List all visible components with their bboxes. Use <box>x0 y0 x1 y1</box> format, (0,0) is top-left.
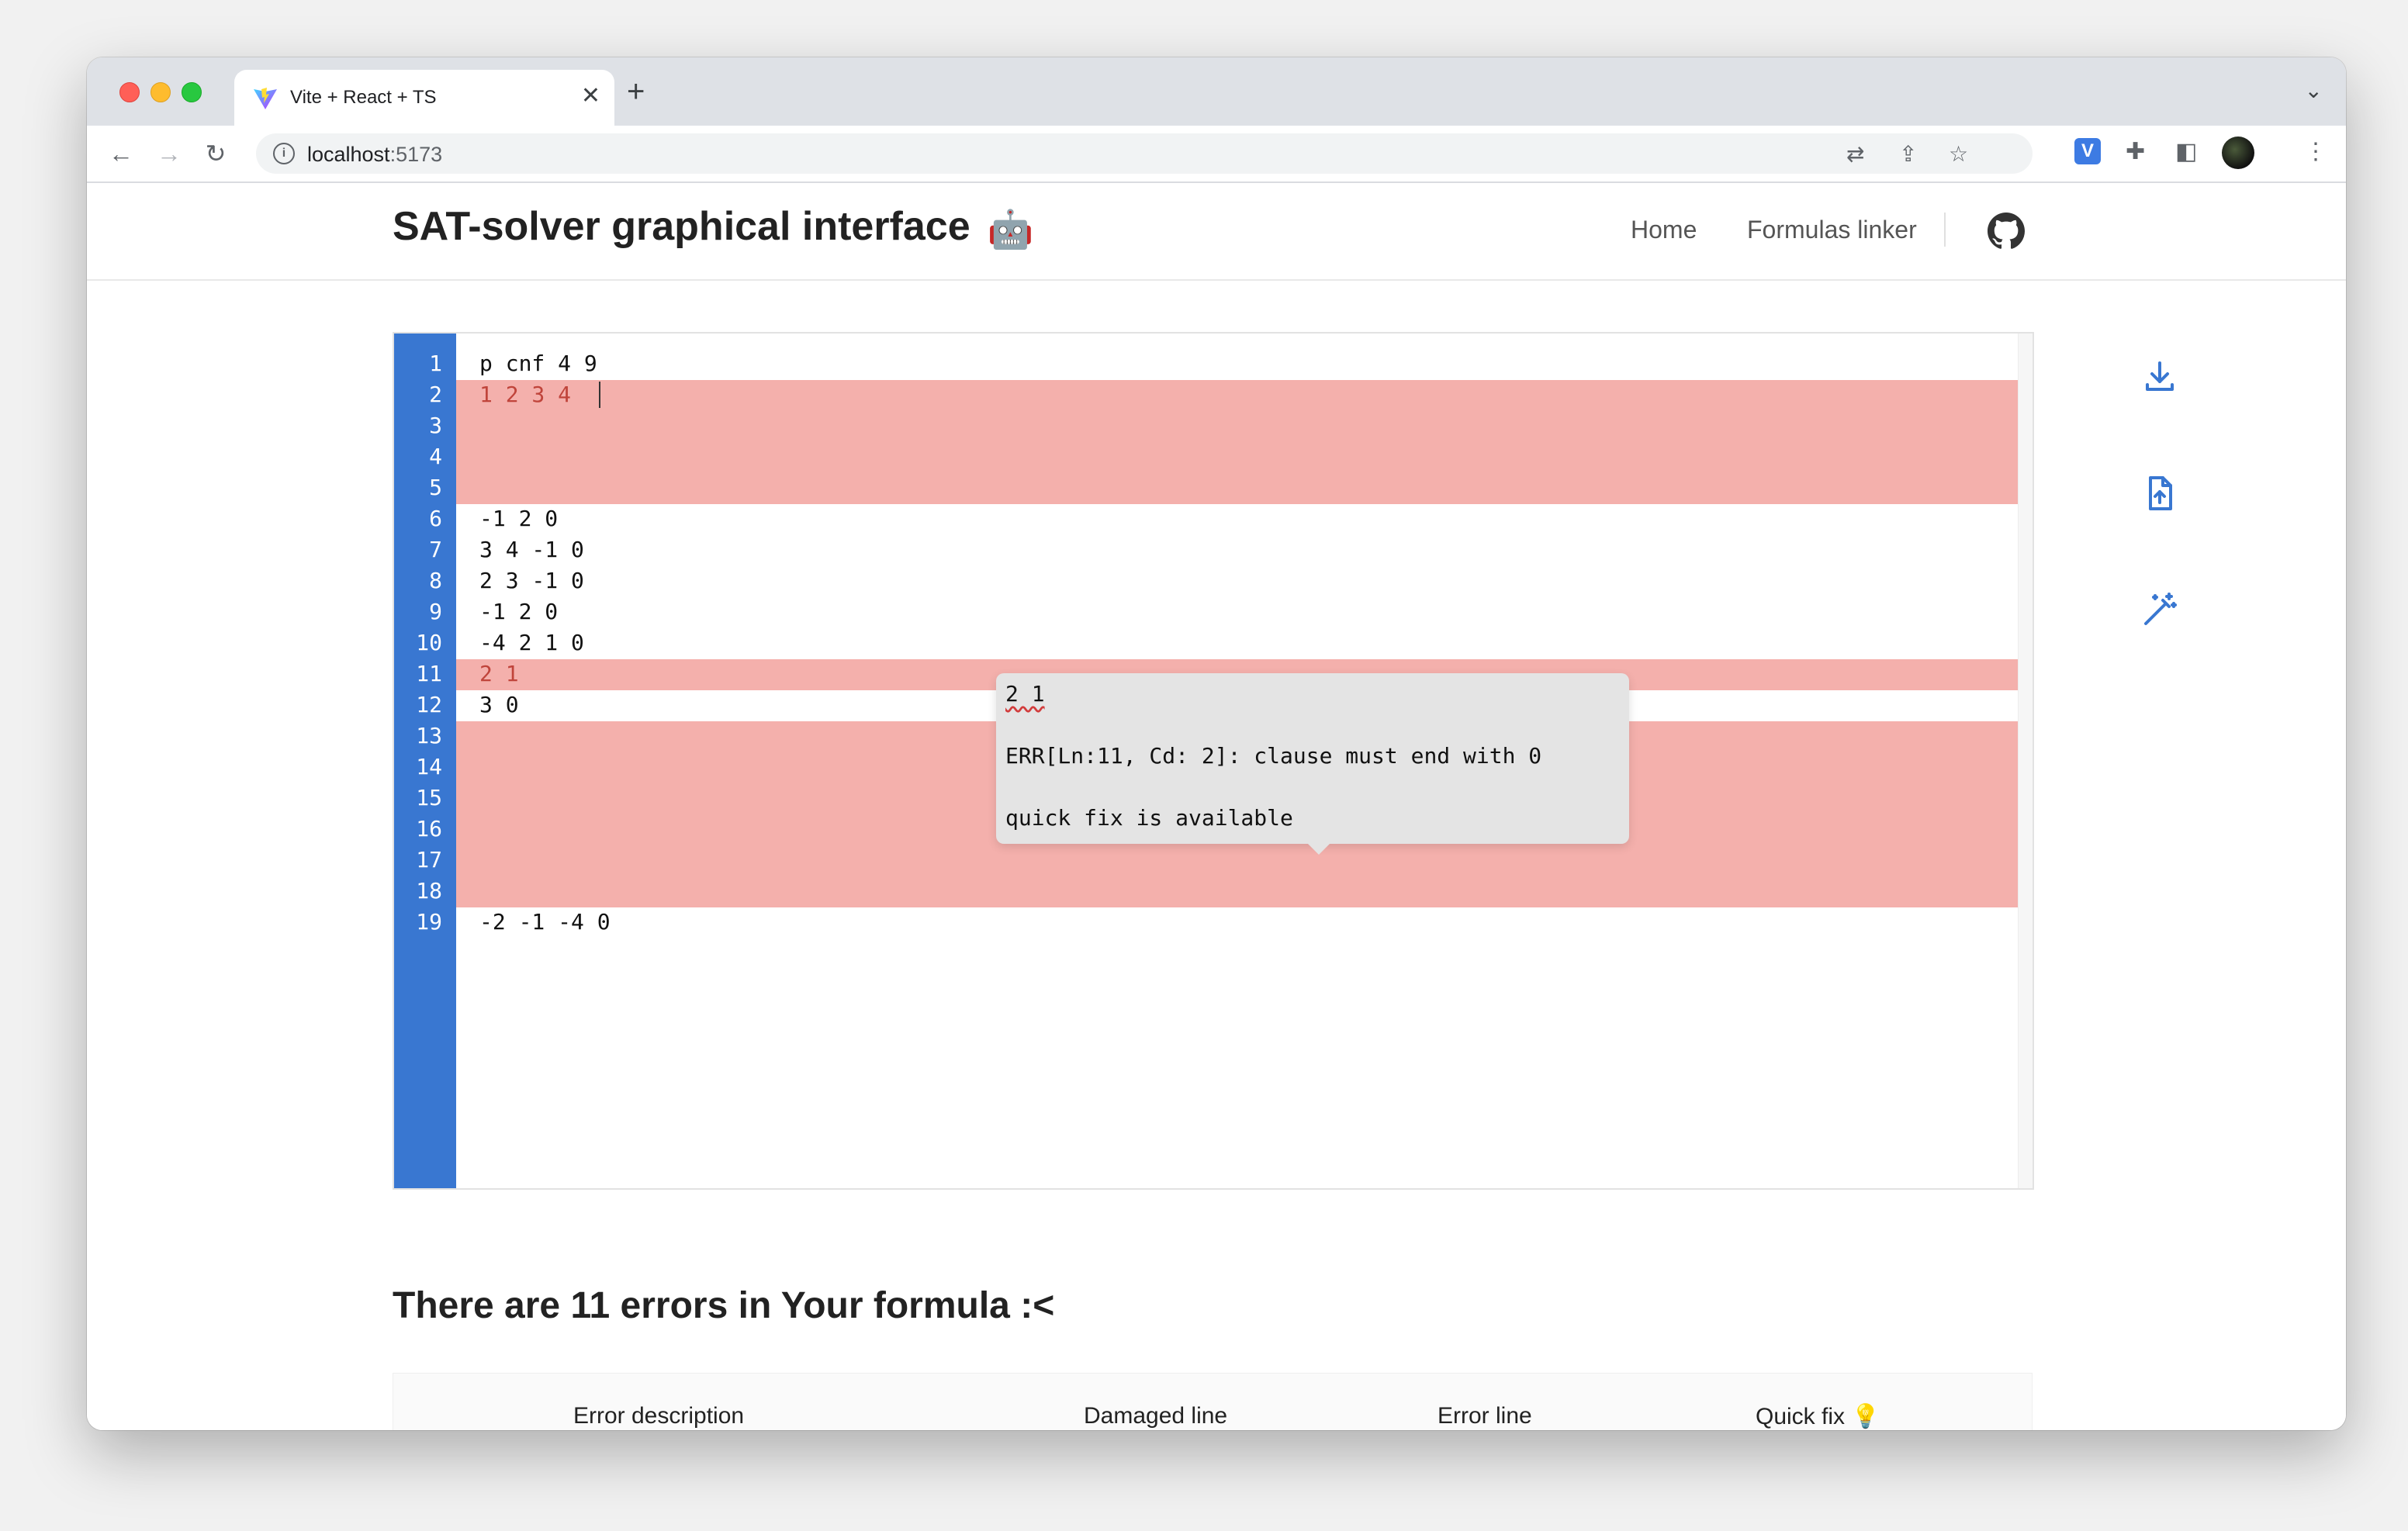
code-line: -1 2 0 <box>479 599 559 624</box>
nav-formulas-linker-link[interactable]: Formulas linker <box>1747 216 1917 244</box>
column-header-quick-fix: Quick fix 💡 <box>1756 1404 1880 1429</box>
error-highlight <box>456 380 2020 504</box>
vite-logo-icon <box>254 88 277 109</box>
browser-window: Vite + React + TS ✕ + ⌄ ← → ↻ i localhos… <box>87 57 2346 1430</box>
line-number: 1 <box>429 351 442 376</box>
line-number: 12 <box>416 692 442 717</box>
back-icon[interactable]: ← <box>106 137 137 171</box>
tooltip-title: 2 1 <box>1005 681 1045 707</box>
code-line: 1 2 3 4 <box>479 382 572 407</box>
line-number: 3 <box>429 413 442 438</box>
column-header-damaged-line: Damaged line <box>1084 1403 1228 1429</box>
code-line: 3 4 -1 0 <box>479 537 584 562</box>
code-line: -4 2 1 0 <box>479 630 584 655</box>
line-number: 9 <box>429 599 442 624</box>
address-bar[interactable]: i localhost:5173 ⇄ ⇪ ☆ <box>256 133 2033 174</box>
maximize-window-button[interactable] <box>182 82 202 102</box>
share-icon[interactable]: ⇪ <box>1899 141 1917 167</box>
download-icon[interactable] <box>2141 358 2178 396</box>
site-info-icon[interactable]: i <box>273 143 295 164</box>
column-header-error-description: Error description <box>573 1403 745 1429</box>
tab-title: Vite + React + TS <box>290 87 437 108</box>
nav-divider <box>1944 213 1946 247</box>
line-number-gutter: 1 2 3 4 5 6 7 8 9 10 11 12 13 14 15 16 1… <box>394 334 456 1188</box>
browser-menu-icon[interactable]: ⋮ <box>2304 138 2327 165</box>
line-number: 19 <box>416 909 442 935</box>
error-tooltip: 2 1 ERR[Ln:11, Cd: 2]: clause must end w… <box>996 673 1629 855</box>
browser-tab[interactable]: Vite + React + TS ✕ <box>234 70 614 126</box>
close-window-button[interactable] <box>119 82 140 102</box>
line-number: 5 <box>429 475 442 500</box>
tooltip-quick-fix-hint[interactable]: quick fix is available <box>1005 805 1293 831</box>
minimize-window-button[interactable] <box>150 82 171 102</box>
code-line: p cnf 4 9 <box>479 351 597 376</box>
line-number: 8 <box>429 568 442 593</box>
errors-heading: There are 11 errors in Your formula :< <box>393 1285 1055 1326</box>
code-line: 2 3 -1 0 <box>479 568 584 593</box>
reload-icon[interactable]: ↻ <box>200 137 231 171</box>
editor-scrollbar[interactable] <box>2018 334 2033 1188</box>
robot-emoji: 🤖 <box>987 209 1034 251</box>
side-panel-icon[interactable]: ◧ <box>2175 138 2197 165</box>
browser-toolbar: ← → ↻ i localhost:5173 ⇄ ⇪ ☆ V ✚ ◧ ⋮ <box>87 126 2346 183</box>
line-number: 7 <box>429 537 442 562</box>
line-number: 2 <box>429 382 442 407</box>
line-number: 4 <box>429 444 442 469</box>
errors-table-header: Error description Damaged line Error lin… <box>393 1373 2033 1430</box>
code-line: 3 0 <box>479 692 519 717</box>
extensions-puzzle-icon[interactable]: ✚ <box>2126 138 2145 165</box>
line-number: 14 <box>416 754 442 779</box>
line-number: 18 <box>416 878 442 904</box>
line-number: 10 <box>416 630 442 655</box>
page-title: SAT-solver graphical interface 🤖 <box>393 204 1034 251</box>
code-line: 2 1 <box>479 661 519 686</box>
github-icon[interactable] <box>1988 213 2025 250</box>
tab-search-chevron-icon[interactable]: ⌄ <box>2305 78 2323 103</box>
line-number: 6 <box>429 506 442 531</box>
line-number: 15 <box>416 785 442 810</box>
magic-wand-icon[interactable] <box>2141 591 2178 628</box>
profile-avatar[interactable] <box>2222 137 2254 169</box>
translate-icon[interactable]: ⇄ <box>1846 141 1864 167</box>
code-line: -1 2 0 <box>479 506 559 531</box>
page-content: SAT-solver graphical interface 🤖 Home For… <box>87 183 2346 1430</box>
tab-strip: Vite + React + TS ✕ + ⌄ <box>87 57 2346 126</box>
extension-v-icon[interactable]: V <box>2074 138 2101 164</box>
line-number: 17 <box>416 847 442 873</box>
code-line: -2 -1 -4 0 <box>479 909 611 935</box>
upload-file-icon[interactable] <box>2141 475 2178 512</box>
app-header: SAT-solver graphical interface 🤖 Home For… <box>87 183 2346 281</box>
url-text: localhost:5173 <box>307 143 443 166</box>
nav-home-link[interactable]: Home <box>1631 216 1697 244</box>
line-number: 11 <box>416 661 442 686</box>
new-tab-button[interactable]: + <box>627 74 645 109</box>
column-header-error-line: Error line <box>1438 1403 1532 1429</box>
bookmark-star-icon[interactable]: ☆ <box>1949 141 1968 167</box>
line-number: 13 <box>416 723 442 748</box>
line-number: 16 <box>416 816 442 842</box>
close-tab-icon[interactable]: ✕ <box>581 82 600 109</box>
text-cursor <box>599 382 600 408</box>
tooltip-message: ERR[Ln:11, Cd: 2]: clause must end with … <box>1005 743 1542 769</box>
forward-icon[interactable]: → <box>154 137 185 171</box>
